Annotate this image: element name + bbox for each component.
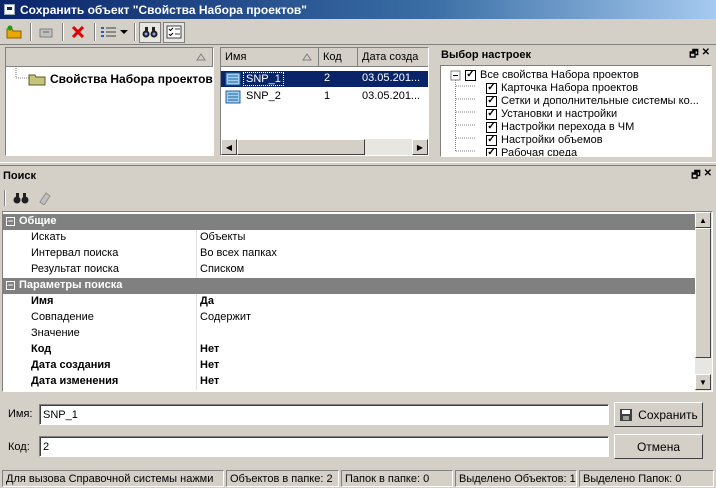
close-icon[interactable]: ✕ [704,168,712,185]
status-selected-objects: Выделено Объектов: 1 [455,470,577,487]
scroll-right-button[interactable]: ▶ [412,139,428,155]
objects-table[interactable]: Имя Код Дата созда SNP_1 2 03.05.201... … [220,47,429,156]
new-folder-icon [6,25,22,39]
checkbox-checked-icon[interactable]: ✓ [465,69,476,81]
property-row[interactable]: Интервал поиска Во всех папках [3,246,695,262]
float-icon[interactable]: 🗗 [689,47,698,64]
run-search-button[interactable] [10,188,32,209]
property-grid-body: − Общие Искать Объекты Интервал поиска Во в… [3,212,695,391]
delete-button[interactable] [67,22,89,43]
property-row[interactable]: Дата создания Нет [3,358,695,374]
object-icon [225,90,241,104]
tree-root-label: Свойства Набора проектов [50,72,213,86]
col-header-date[interactable]: Дата созда [358,48,428,67]
code-label: Код: [8,441,30,453]
status-help: Для вызова Справочной системы нажми [2,470,224,487]
up-folder-button[interactable] [35,22,57,43]
code-input[interactable] [39,436,609,457]
toolbar-grip [4,190,6,206]
collapse-icon[interactable]: − [6,217,15,226]
binoculars-icon [142,27,158,38]
toolbar-separator [94,23,96,41]
folder-up-icon [39,28,53,38]
checkbox-checked-icon[interactable]: ✓ [486,147,497,156]
floppy-disk-icon [620,408,633,421]
tree-header[interactable] [6,48,213,67]
status-folders-count: Папок в папке: 0 [341,470,453,487]
horizontal-splitter[interactable] [0,162,716,166]
folder-tree[interactable]: Свойства Набора проектов [5,47,214,156]
scroll-thumb[interactable] [237,139,365,155]
object-icon [225,72,241,86]
col-header-code[interactable]: Код [319,48,358,67]
table-hscrollbar[interactable]: ◀ ▶ [221,139,428,155]
window-title: Сохранить объект "Свойства Набора проект… [20,2,307,17]
search-pane-title: Поиск [3,170,37,182]
float-icon[interactable]: 🗗 [691,168,700,185]
grid-vscrollbar[interactable]: ▲ ▼ [695,212,712,391]
property-row[interactable]: Совпадение Содержит [3,310,695,326]
tree-root-item[interactable]: Свойства Набора проектов [28,70,213,88]
title-bar: Сохранить объект "Свойства Набора проект… [0,0,716,19]
tree-body: Свойства Набора проектов [6,68,213,156]
col-header-name[interactable]: Имя [221,48,319,67]
status-selected-folders: Выделено Папок: 0 [579,470,714,487]
scroll-thumb[interactable] [695,228,711,358]
sort-triangle-icon [196,53,206,61]
property-row[interactable]: Код Нет [3,342,695,358]
table-row[interactable]: SNP_2 1 03.05.201... [221,89,428,105]
scroll-down-button[interactable]: ▼ [695,374,711,390]
sort-triangle-icon [302,53,312,61]
window-icon [4,4,15,15]
category-general[interactable]: − Общие [3,214,695,230]
property-row[interactable]: Имя Да [3,294,695,310]
property-row[interactable]: Результат поиска Списком [3,262,695,278]
property-row[interactable]: Искать Объекты [3,230,695,246]
settings-pane-title: Выбор настроек [441,49,531,61]
settings-pane: Выбор настроек 🗗 ✕ ✓ Все свойства Набора … [438,46,714,158]
search-property-grid[interactable]: − Общие Искать Объекты Интервал поиска Во в… [2,211,713,392]
list-view-icon [101,27,128,37]
toolbar-separator [134,23,136,41]
category-params[interactable]: − Параметры поиска [3,278,695,294]
table-row[interactable]: SNP_1 2 03.05.201... [221,71,428,87]
eraser-icon [39,192,51,205]
settings-item[interactable]: ✓ Рабочая среда [486,144,577,156]
property-row[interactable]: Значение [3,326,695,342]
folder-icon [28,74,46,86]
settings-toggle-button[interactable] [163,21,185,43]
main-toolbar [0,20,716,45]
save-button[interactable]: Сохранить [614,402,703,427]
collapse-icon[interactable]: − [6,281,15,290]
search-toggle-button[interactable] [139,21,161,43]
binoculars-icon [13,193,29,204]
clear-search-button[interactable] [34,188,56,209]
settings-tree[interactable]: ✓ Все свойства Набора проектов ✓ Карточка… [440,65,712,157]
name-label: Имя: [8,408,33,420]
toolbar-separator [62,23,64,41]
cancel-button[interactable]: Отмена [614,434,703,459]
search-toolbar [0,187,716,209]
name-input[interactable] [39,404,609,425]
delete-x-icon [71,25,85,39]
toolbar-separator [30,23,32,41]
view-mode-button[interactable] [99,22,129,43]
search-pane-header: Поиск 🗗 ✕ [0,167,716,185]
new-folder-button[interactable] [3,22,25,43]
scroll-left-button[interactable]: ◀ [221,139,237,155]
property-row[interactable]: Дата изменения Нет [3,374,695,390]
settings-pane-header: Выбор настроек 🗗 ✕ [438,46,714,64]
checklist-icon [166,25,182,39]
close-icon[interactable]: ✕ [702,47,710,64]
scroll-up-button[interactable]: ▲ [695,212,711,228]
status-objects-count: Объектов в папке: 2 [226,470,339,487]
